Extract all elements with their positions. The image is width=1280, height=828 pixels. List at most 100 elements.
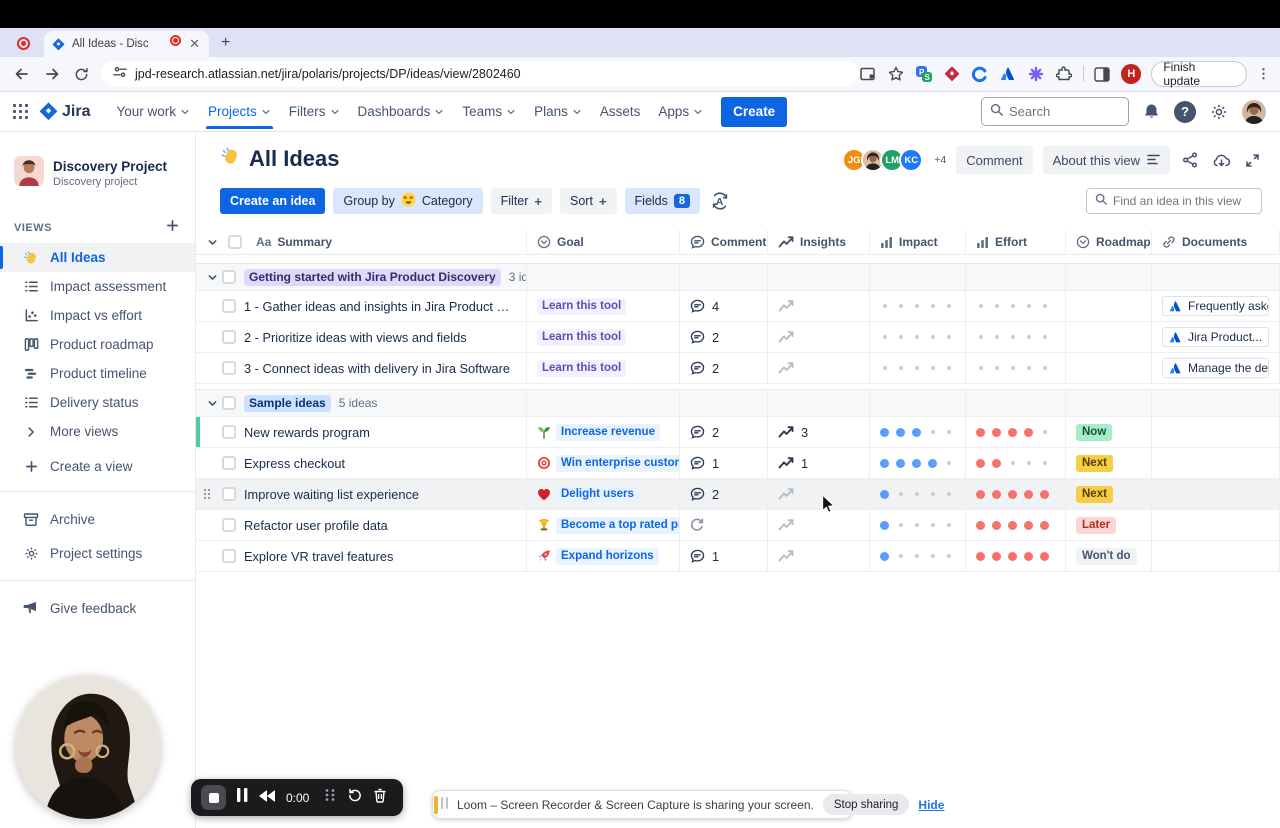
goal-pill[interactable]: Learn this tool	[537, 359, 627, 377]
column-header-documents[interactable]: Documents	[1152, 230, 1280, 254]
summary-cell[interactable]: 1 - Gather ideas and insights in Jira Pr…	[196, 291, 527, 321]
sidebar-item-product-roadmap[interactable]: Product roadmap	[0, 330, 195, 359]
summary-cell[interactable]: 2 - Prioritize ideas with views and fiel…	[196, 322, 527, 352]
impact-rating[interactable]	[880, 520, 953, 530]
roadmap-cell[interactable]	[1066, 353, 1152, 383]
goal-cell[interactable]: Expand horizons	[527, 541, 680, 571]
document-chip[interactable]: Manage the deliver...	[1162, 358, 1269, 378]
avatar[interactable]: KC	[899, 148, 924, 172]
roadmap-cell[interactable]: Now	[1066, 417, 1152, 447]
settings-gear-icon[interactable]	[1210, 103, 1228, 121]
collapse-all-icon[interactable]	[202, 237, 222, 248]
fields-button[interactable]: Fields 8	[624, 188, 700, 214]
url-bar[interactable]: jpd-research.atlassian.net/jira/polaris/…	[101, 61, 860, 87]
site-info-icon[interactable]	[113, 65, 127, 84]
goal-pill[interactable]: Learn this tool	[537, 328, 627, 346]
documents-cell[interactable]: Jira Product...	[1152, 322, 1280, 352]
pause-icon[interactable]	[237, 788, 248, 807]
trash-icon[interactable]	[373, 788, 387, 808]
table-row[interactable]: Refactor user profile data Become a top r…	[196, 510, 1280, 541]
create-button[interactable]: Create	[721, 96, 788, 127]
summary-cell[interactable]: New rewards program	[196, 417, 527, 447]
table-row[interactable]: 2 - Prioritize ideas with views and fiel…	[196, 322, 1280, 353]
comments-cell[interactable]: 2	[680, 417, 768, 447]
drag-handle-icon[interactable]	[203, 488, 211, 500]
sidebar-item-archive[interactable]: Archive	[0, 502, 195, 536]
notifications-bell-icon[interactable]	[1143, 103, 1160, 120]
effort-cell[interactable]	[966, 541, 1066, 571]
loom-control-bar[interactable]: 0:00	[191, 779, 403, 816]
comments-cell[interactable]	[680, 510, 768, 540]
back-icon[interactable]	[14, 66, 30, 82]
jira-logo[interactable]: Jira	[39, 102, 90, 121]
global-search-input[interactable]	[1009, 104, 1109, 119]
create-idea-button[interactable]: Create an idea	[220, 188, 326, 214]
avatar-overflow-count[interactable]: +4	[934, 154, 946, 166]
document-chip[interactable]: Frequently asked...	[1162, 296, 1269, 316]
roadmap-cell[interactable]: Next	[1066, 479, 1152, 509]
new-tab-button[interactable]: +	[221, 34, 230, 52]
goal-pill[interactable]: Delight users	[556, 485, 639, 503]
nav-item-apps[interactable]: Apps	[650, 95, 711, 128]
finish-update-button[interactable]: Finish update	[1151, 60, 1248, 88]
insights-cell[interactable]	[768, 291, 870, 321]
insights-cell[interactable]	[768, 479, 870, 509]
bookmark-star-icon[interactable]	[887, 65, 905, 83]
impact-rating[interactable]	[880, 364, 953, 373]
drag-dots-icon[interactable]	[324, 788, 336, 807]
goal-cell[interactable]: Delight users	[527, 479, 680, 509]
row-checkbox[interactable]	[222, 456, 236, 470]
table-row[interactable]: 1 - Gather ideas and insights in Jira Pr…	[196, 291, 1280, 322]
effort-cell[interactable]	[966, 291, 1066, 321]
goal-cell[interactable]: Learn this tool	[527, 353, 680, 383]
share-icon[interactable]	[1180, 150, 1200, 170]
expand-icon[interactable]	[1243, 151, 1262, 170]
summary-cell[interactable]: 3 - Connect ideas with delivery in Jira …	[196, 353, 527, 383]
comments-cell[interactable]: 2	[680, 322, 768, 352]
about-this-view-button[interactable]: About this view	[1042, 146, 1170, 174]
effort-cell[interactable]	[966, 417, 1066, 447]
flower-extension-icon[interactable]	[1027, 65, 1045, 83]
drag-handle-icon[interactable]	[441, 796, 448, 814]
side-panel-icon[interactable]	[1094, 65, 1112, 83]
impact-cell[interactable]	[870, 417, 966, 447]
browser-profile-avatar[interactable]: H	[1121, 64, 1142, 84]
summary-cell[interactable]: Refactor user profile data	[196, 510, 527, 540]
impact-rating[interactable]	[880, 427, 953, 437]
stop-sharing-button[interactable]: Stop sharing	[822, 794, 910, 815]
row-checkbox[interactable]	[222, 299, 236, 313]
nav-item-your-work[interactable]: Your work	[108, 95, 198, 128]
insights-cell[interactable]: 1	[768, 448, 870, 478]
effort-rating[interactable]	[976, 520, 1049, 530]
effort-rating[interactable]	[976, 427, 1049, 437]
webcam-bubble[interactable]	[16, 675, 160, 819]
sidebar-item-product-timeline[interactable]: Product timeline	[0, 359, 195, 388]
documents-cell[interactable]	[1152, 417, 1280, 447]
table-row[interactable]: Express checkout Win enterprise customers…	[196, 448, 1280, 479]
sidebar-item-project-settings[interactable]: Project settings	[0, 536, 195, 570]
row-checkbox[interactable]	[222, 549, 236, 563]
effort-cell[interactable]	[966, 322, 1066, 352]
goal-pill[interactable]: Become a top rated product	[556, 516, 679, 534]
comments-cell[interactable]: 4	[680, 291, 768, 321]
column-header-goal[interactable]: Goal	[527, 230, 680, 254]
goal-pill[interactable]: Expand horizons	[556, 547, 659, 565]
impact-cell[interactable]	[870, 353, 966, 383]
impact-cell[interactable]	[870, 510, 966, 540]
insights-cell[interactable]	[768, 541, 870, 571]
jira-extension-icon[interactable]	[943, 65, 961, 83]
column-header-insights[interactable]: Insights	[768, 230, 870, 254]
roadmap-cell[interactable]: Next	[1066, 448, 1152, 478]
column-header-summary[interactable]: Aa Summary	[196, 230, 527, 254]
effort-rating[interactable]	[976, 333, 1049, 342]
documents-cell[interactable]	[1152, 510, 1280, 540]
user-avatar[interactable]	[1242, 99, 1266, 124]
help-icon[interactable]: ?	[1174, 100, 1196, 123]
documents-cell[interactable]	[1152, 541, 1280, 571]
add-view-icon[interactable]	[166, 219, 179, 237]
impact-rating[interactable]	[880, 489, 953, 499]
impact-cell[interactable]	[870, 448, 966, 478]
browser-menu-icon[interactable]: ⋮	[1257, 66, 1270, 82]
tab-capture-icon[interactable]	[859, 65, 877, 83]
nav-item-dashboards[interactable]: Dashboards	[350, 95, 453, 128]
